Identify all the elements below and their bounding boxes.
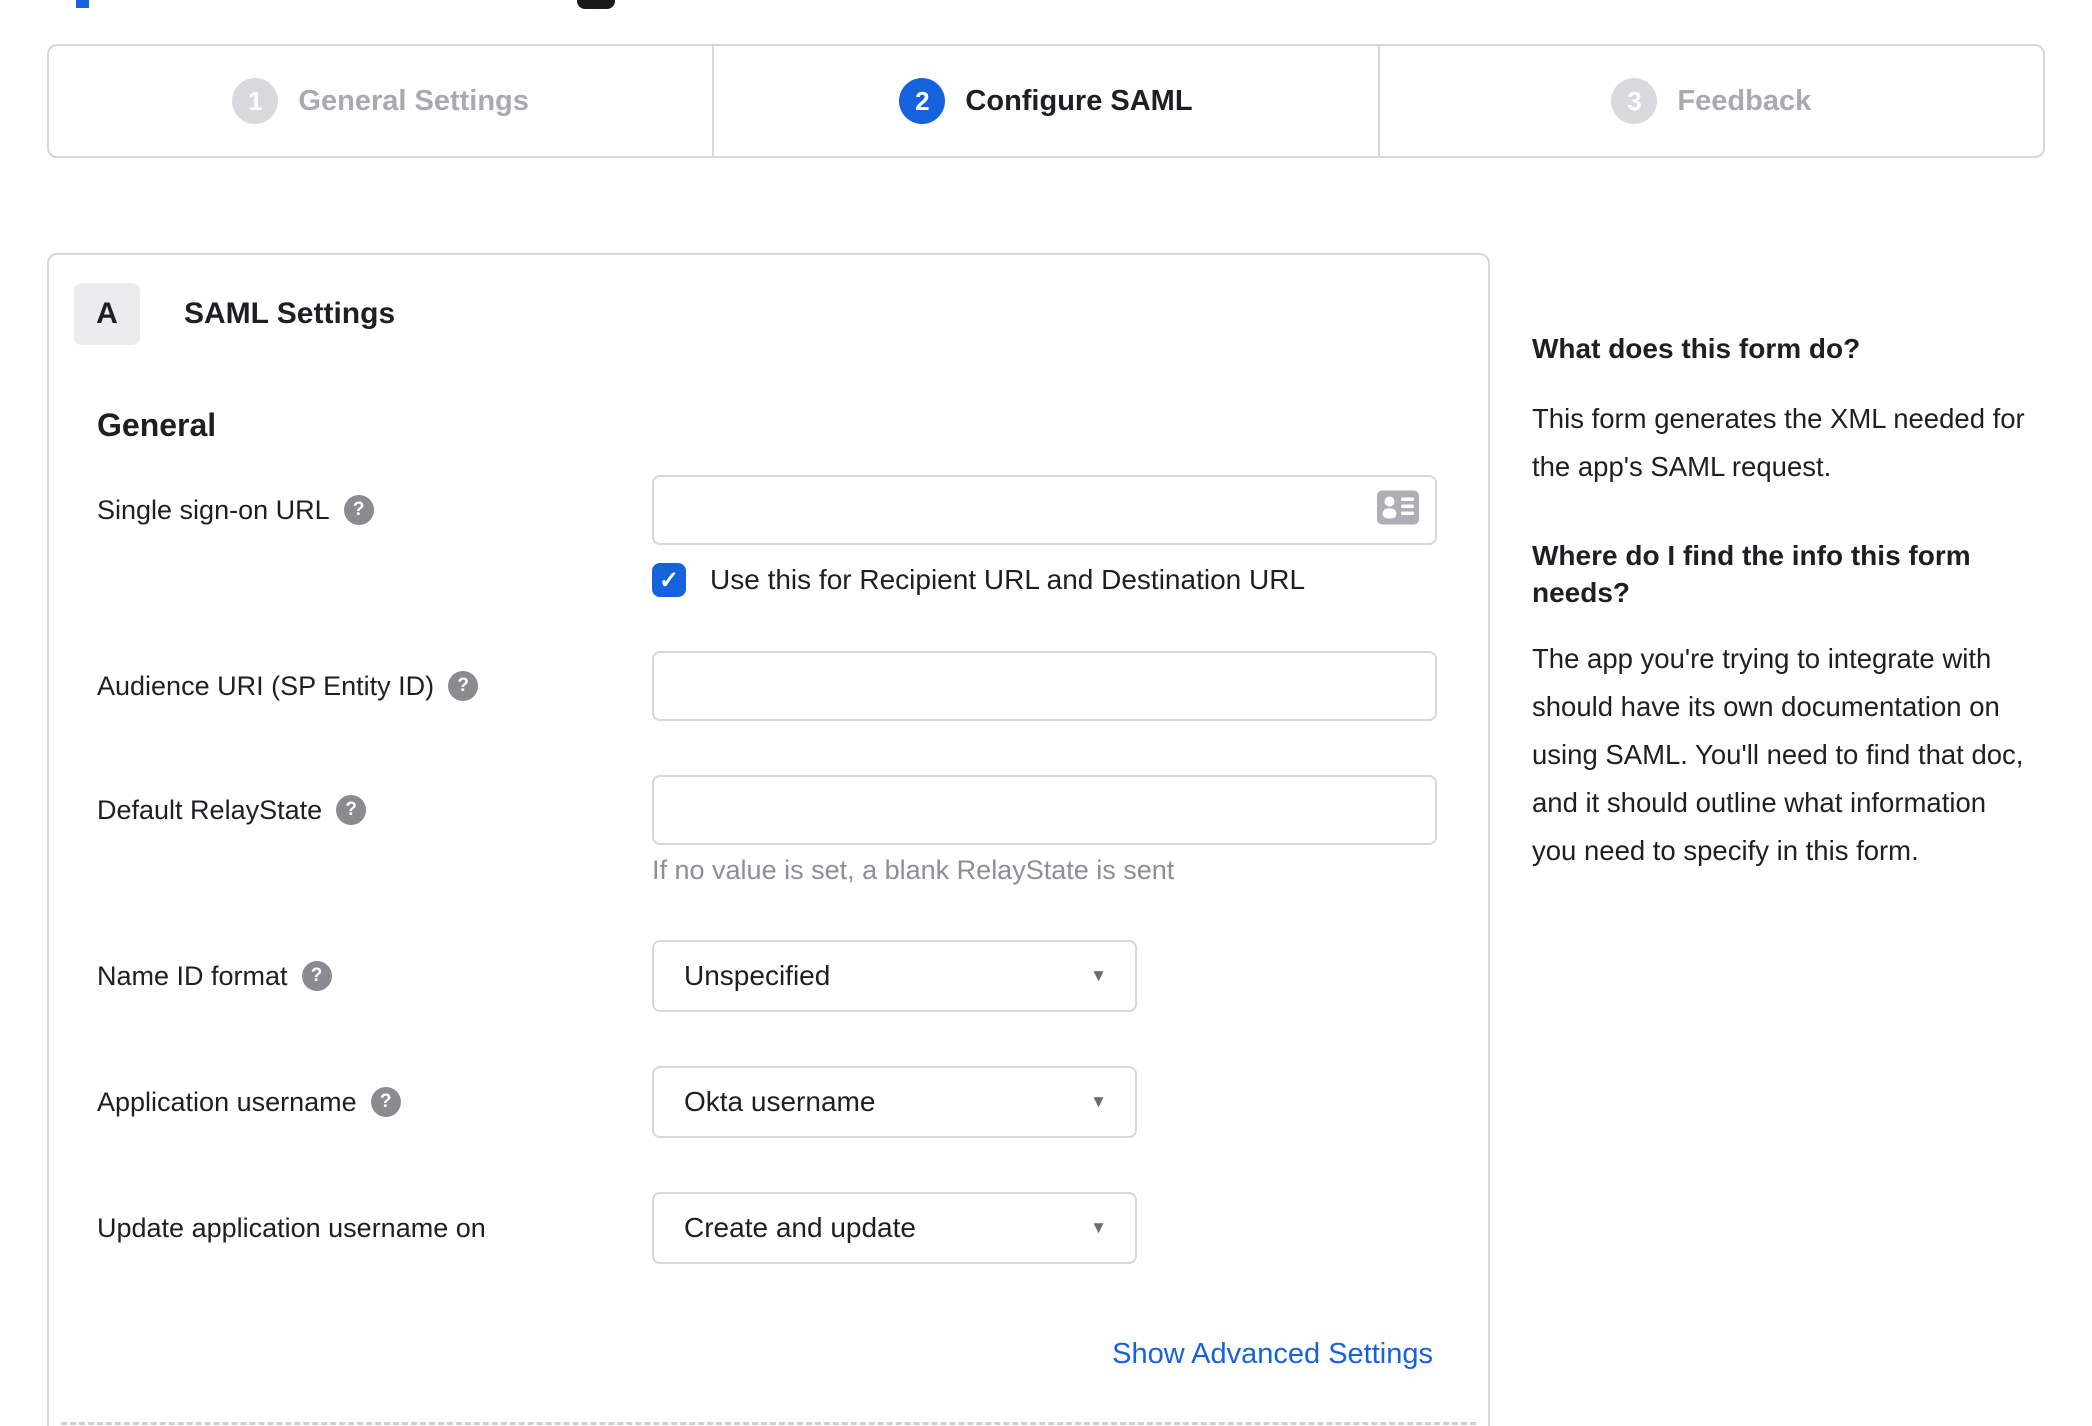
name-id-format-label: Name ID format [97,960,288,991]
step-general-settings[interactable]: 1 General Settings [49,46,712,156]
section-a-badge: A [74,283,140,345]
row-update-application-username: Update application username on Create an… [49,1192,1488,1264]
chevron-down-icon: ▼ [1090,1092,1107,1111]
card-title: SAML Settings [184,297,396,330]
select-value: Okta username [684,1086,876,1117]
help-icon[interactable]: ? [301,961,332,991]
help-icon[interactable]: ? [448,671,479,701]
help-heading-2: Where do I find the info this form needs… [1532,540,1971,608]
application-username-label: Application username [97,1086,357,1117]
step-number-badge: 3 [1611,78,1658,124]
single-sign-on-url-input[interactable] [652,475,1437,545]
single-sign-on-url-input-wrap [652,475,1437,545]
update-application-username-label: Update application username on [97,1212,486,1243]
help-paragraph-2: The app you're trying to integrate with … [1532,643,2024,866]
audience-uri-input[interactable] [652,651,1437,721]
row-audience-uri: Audience URI (SP Entity ID) ? [49,651,1488,721]
form-rows: Single sign-on URL ? ✓ Use this for Reci… [49,475,1488,1264]
recipient-url-checkbox-row: ✓ Use this for Recipient URL and Destina… [652,563,1437,597]
cutoff-title-accent [76,0,89,8]
select-value: Create and update [684,1212,916,1243]
field-label: Default RelayState ? [97,775,652,845]
step-number-badge: 2 [899,78,946,124]
wizard-stepper: 1 General Settings 2 Configure SAML 3 Fe… [47,44,2045,158]
field-control [652,651,1437,721]
application-username-select[interactable]: Okta username ▼ [652,1066,1137,1138]
row-application-username: Application username ? Okta username ▼ [49,1066,1488,1138]
field-control: If no value is set, a blank RelayState i… [652,775,1437,886]
help-paragraph-1: This form generates the XML needed for t… [1532,403,2025,482]
step-label: General Settings [298,84,529,117]
field-label: Update application username on [97,1192,652,1264]
recipient-url-checkbox[interactable]: ✓ [652,563,686,597]
row-default-relaystate: Default RelayState ? If no value is set,… [49,775,1488,886]
default-relaystate-label: Default RelayState [97,794,323,825]
audience-uri-label: Audience URI (SP Entity ID) [97,670,435,701]
row-single-sign-on-url: Single sign-on URL ? ✓ Use this for Reci… [49,475,1488,597]
help-heading-1: What does this form do? [1532,333,1861,364]
recipient-url-checkbox-label: Use this for Recipient URL and Destinati… [710,564,1306,595]
field-control: ✓ Use this for Recipient URL and Destina… [652,475,1437,597]
chevron-down-icon: ▼ [1090,1218,1107,1237]
step-configure-saml[interactable]: 2 Configure SAML [712,46,1377,156]
field-label: Single sign-on URL ? [97,475,652,545]
section-dashed-divider [61,1422,1476,1425]
field-label: Application username ? [97,1066,652,1138]
name-id-format-select[interactable]: Unspecified ▼ [652,940,1137,1012]
default-relaystate-input[interactable] [652,775,1437,845]
general-section-title: General [97,407,217,443]
help-icon[interactable]: ? [336,795,367,825]
select-value: Unspecified [684,960,831,991]
relaystate-helper-text: If no value is set, a blank RelayState i… [652,855,1175,885]
chevron-down-icon: ▼ [1090,966,1107,985]
help-icon[interactable]: ? [370,1087,401,1117]
saml-settings-card: A SAML Settings General Single sign-on U… [47,253,1490,1426]
show-advanced-settings-link[interactable]: Show Advanced Settings [1112,1338,1433,1370]
step-number-badge: 1 [232,78,279,124]
row-name-id-format: Name ID format ? Unspecified ▼ [49,940,1488,1012]
field-control: Okta username ▼ [652,1066,1137,1138]
step-feedback[interactable]: 3 Feedback [1377,46,2043,156]
card-header: A SAML Settings [74,283,1488,345]
contact-card-icon [1377,490,1419,530]
help-icon[interactable]: ? [343,495,374,525]
field-control: Unspecified ▼ [652,940,1137,1012]
field-control: Create and update ▼ [652,1192,1137,1264]
step-label: Feedback [1677,84,1812,117]
help-panel: What does this form do? This form genera… [1532,330,2037,875]
single-sign-on-url-label: Single sign-on URL [97,494,330,525]
field-label: Audience URI (SP Entity ID) ? [97,651,652,721]
cutoff-logo-fragment [577,0,615,9]
advanced-settings-row: Show Advanced Settings [49,1338,1488,1371]
field-label: Name ID format ? [97,940,652,1012]
update-application-username-select[interactable]: Create and update ▼ [652,1192,1137,1264]
step-label: Configure SAML [965,84,1193,117]
